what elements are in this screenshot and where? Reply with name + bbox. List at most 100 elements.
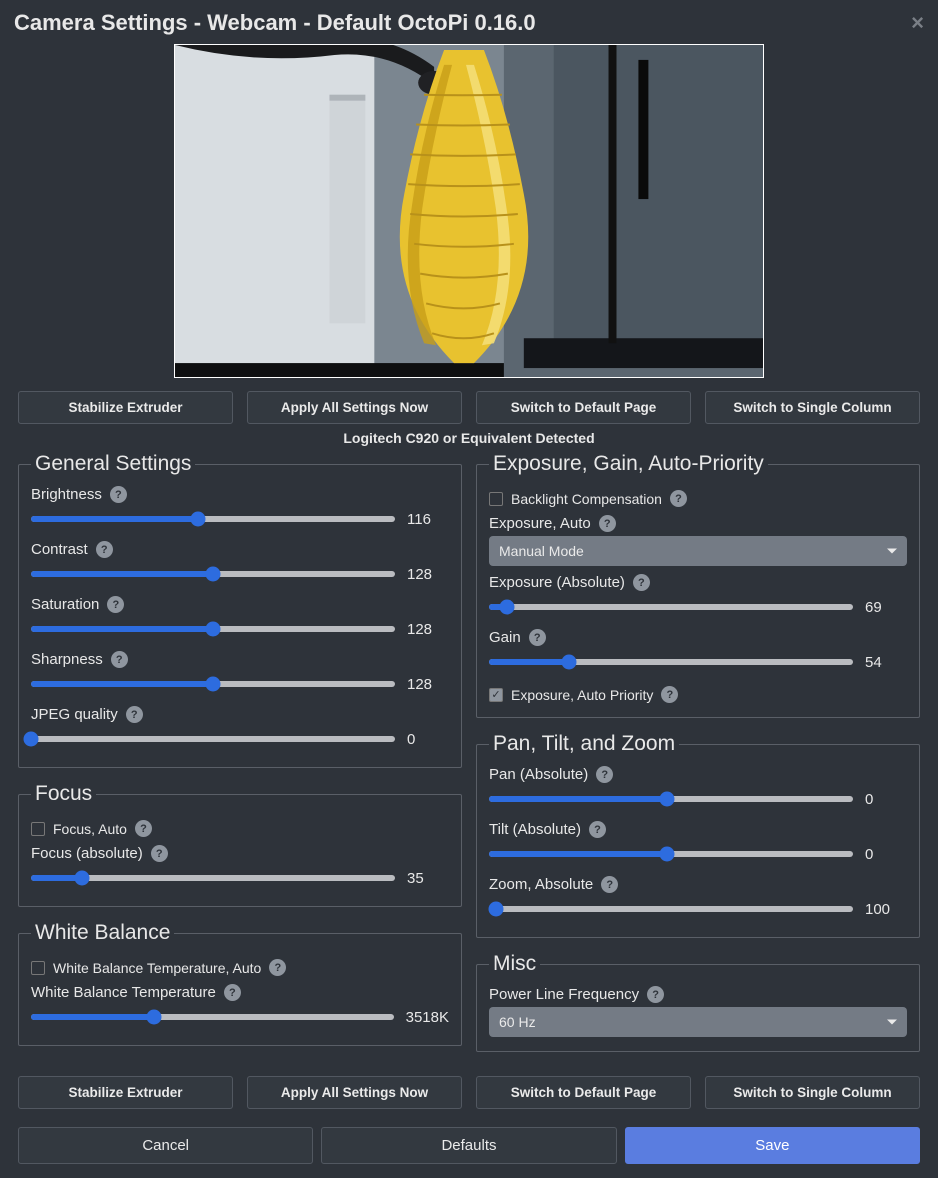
slider-thumb[interactable] xyxy=(660,847,675,862)
help-icon[interactable]: ? xyxy=(96,541,113,558)
gain-value: 54 xyxy=(865,654,907,671)
help-icon[interactable]: ? xyxy=(601,876,618,893)
help-icon[interactable]: ? xyxy=(269,959,286,976)
focus-absolute-label: Focus (absolute) xyxy=(31,845,143,862)
slider-thumb[interactable] xyxy=(660,792,675,807)
help-icon[interactable]: ? xyxy=(599,515,616,532)
help-icon[interactable]: ? xyxy=(633,574,650,591)
defaults-button[interactable]: Defaults xyxy=(321,1127,616,1164)
zoom-slider[interactable] xyxy=(489,906,853,912)
brightness-label: Brightness xyxy=(31,486,102,503)
pan-label: Pan (Absolute) xyxy=(489,766,588,783)
slider-thumb[interactable] xyxy=(206,567,221,582)
sharpness-value: 128 xyxy=(407,676,449,693)
exposure-absolute-value: 69 xyxy=(865,599,907,616)
slider-fill xyxy=(31,626,213,632)
slider-thumb[interactable] xyxy=(147,1010,162,1025)
zoom-label: Zoom, Absolute xyxy=(489,876,593,893)
contrast-slider[interactable] xyxy=(31,571,395,577)
sharpness-slider[interactable] xyxy=(31,681,395,687)
switch-single-button-2[interactable]: Switch to Single Column xyxy=(705,1076,920,1109)
stabilize-extruder-button[interactable]: Stabilize Extruder xyxy=(18,391,233,424)
brightness-slider[interactable] xyxy=(31,516,395,522)
slider-fill xyxy=(31,516,198,522)
jpeg-label: JPEG quality xyxy=(31,706,118,723)
jpeg-slider[interactable] xyxy=(31,736,395,742)
gain-slider[interactable] xyxy=(489,659,853,665)
focus-group: Focus Focus, Auto ? Focus (absolute) ? 3… xyxy=(18,782,462,907)
slider-fill xyxy=(31,571,213,577)
slider-thumb[interactable] xyxy=(500,600,515,615)
wb-temp-value: 3518K xyxy=(406,1009,449,1026)
pan-value: 0 xyxy=(865,791,907,808)
save-button[interactable]: Save xyxy=(625,1127,920,1164)
tilt-slider[interactable] xyxy=(489,851,853,857)
general-settings-group: General Settings Brightness ? 116 Contra… xyxy=(18,452,462,768)
misc-legend: Misc xyxy=(489,952,540,976)
help-icon[interactable]: ? xyxy=(224,984,241,1001)
misc-group: Misc Power Line Frequency ? 60 Hz xyxy=(476,952,920,1052)
stabilize-extruder-button-2[interactable]: Stabilize Extruder xyxy=(18,1076,233,1109)
exposure-priority-checkbox[interactable]: ✓ xyxy=(489,688,503,702)
focus-auto-label: Focus, Auto xyxy=(53,821,127,837)
wb-auto-checkbox[interactable] xyxy=(31,961,45,975)
camera-preview xyxy=(174,44,764,378)
contrast-value: 128 xyxy=(407,566,449,583)
exposure-absolute-slider[interactable] xyxy=(489,604,853,610)
help-icon[interactable]: ? xyxy=(111,651,128,668)
help-icon[interactable]: ? xyxy=(107,596,124,613)
plf-select[interactable]: 60 Hz xyxy=(489,1007,907,1037)
help-icon[interactable]: ? xyxy=(529,629,546,646)
slider-thumb[interactable] xyxy=(191,512,206,527)
help-icon[interactable]: ? xyxy=(135,820,152,837)
slider-thumb[interactable] xyxy=(489,902,504,917)
contrast-label: Contrast xyxy=(31,541,88,558)
zoom-value: 100 xyxy=(865,901,907,918)
help-icon[interactable]: ? xyxy=(110,486,127,503)
switch-single-button[interactable]: Switch to Single Column xyxy=(705,391,920,424)
tilt-value: 0 xyxy=(865,846,907,863)
help-icon[interactable]: ? xyxy=(151,845,168,862)
camera-detected-label: Logitech C920 or Equivalent Detected xyxy=(4,428,934,452)
switch-default-button-2[interactable]: Switch to Default Page xyxy=(476,1076,691,1109)
focus-absolute-slider[interactable] xyxy=(31,875,395,881)
help-icon[interactable]: ? xyxy=(647,986,664,1003)
exposure-priority-label: Exposure, Auto Priority xyxy=(511,687,653,703)
backlight-label: Backlight Compensation xyxy=(511,491,662,507)
help-icon[interactable]: ? xyxy=(661,686,678,703)
plf-label: Power Line Frequency xyxy=(489,986,639,1003)
wb-temp-slider[interactable] xyxy=(31,1014,394,1020)
exposure-group: Exposure, Gain, Auto-Priority Backlight … xyxy=(476,452,920,718)
slider-thumb[interactable] xyxy=(206,622,221,637)
pan-slider[interactable] xyxy=(489,796,853,802)
help-icon[interactable]: ? xyxy=(596,766,613,783)
saturation-value: 128 xyxy=(407,621,449,638)
exposure-auto-select[interactable]: Manual Mode xyxy=(489,536,907,566)
apply-all-button-2[interactable]: Apply All Settings Now xyxy=(247,1076,462,1109)
slider-thumb[interactable] xyxy=(74,871,89,886)
slider-fill xyxy=(489,659,569,665)
focus-absolute-value: 35 xyxy=(407,870,449,887)
slider-thumb[interactable] xyxy=(562,655,577,670)
backlight-checkbox[interactable] xyxy=(489,492,503,506)
close-icon[interactable]: × xyxy=(911,10,924,36)
slider-thumb[interactable] xyxy=(24,732,39,747)
slider-fill xyxy=(489,796,667,802)
switch-default-button[interactable]: Switch to Default Page xyxy=(476,391,691,424)
cancel-button[interactable]: Cancel xyxy=(18,1127,313,1164)
wb-auto-label: White Balance Temperature, Auto xyxy=(53,960,261,976)
focus-legend: Focus xyxy=(31,782,96,806)
help-icon[interactable]: ? xyxy=(126,706,143,723)
help-icon[interactable]: ? xyxy=(589,821,606,838)
apply-all-button[interactable]: Apply All Settings Now xyxy=(247,391,462,424)
jpeg-value: 0 xyxy=(407,731,449,748)
sharpness-label: Sharpness xyxy=(31,651,103,668)
exposure-legend: Exposure, Gain, Auto-Priority xyxy=(489,452,768,476)
help-icon[interactable]: ? xyxy=(670,490,687,507)
tilt-label: Tilt (Absolute) xyxy=(489,821,581,838)
saturation-slider[interactable] xyxy=(31,626,395,632)
general-legend: General Settings xyxy=(31,452,195,476)
focus-auto-checkbox[interactable] xyxy=(31,822,45,836)
slider-thumb[interactable] xyxy=(206,677,221,692)
saturation-label: Saturation xyxy=(31,596,99,613)
